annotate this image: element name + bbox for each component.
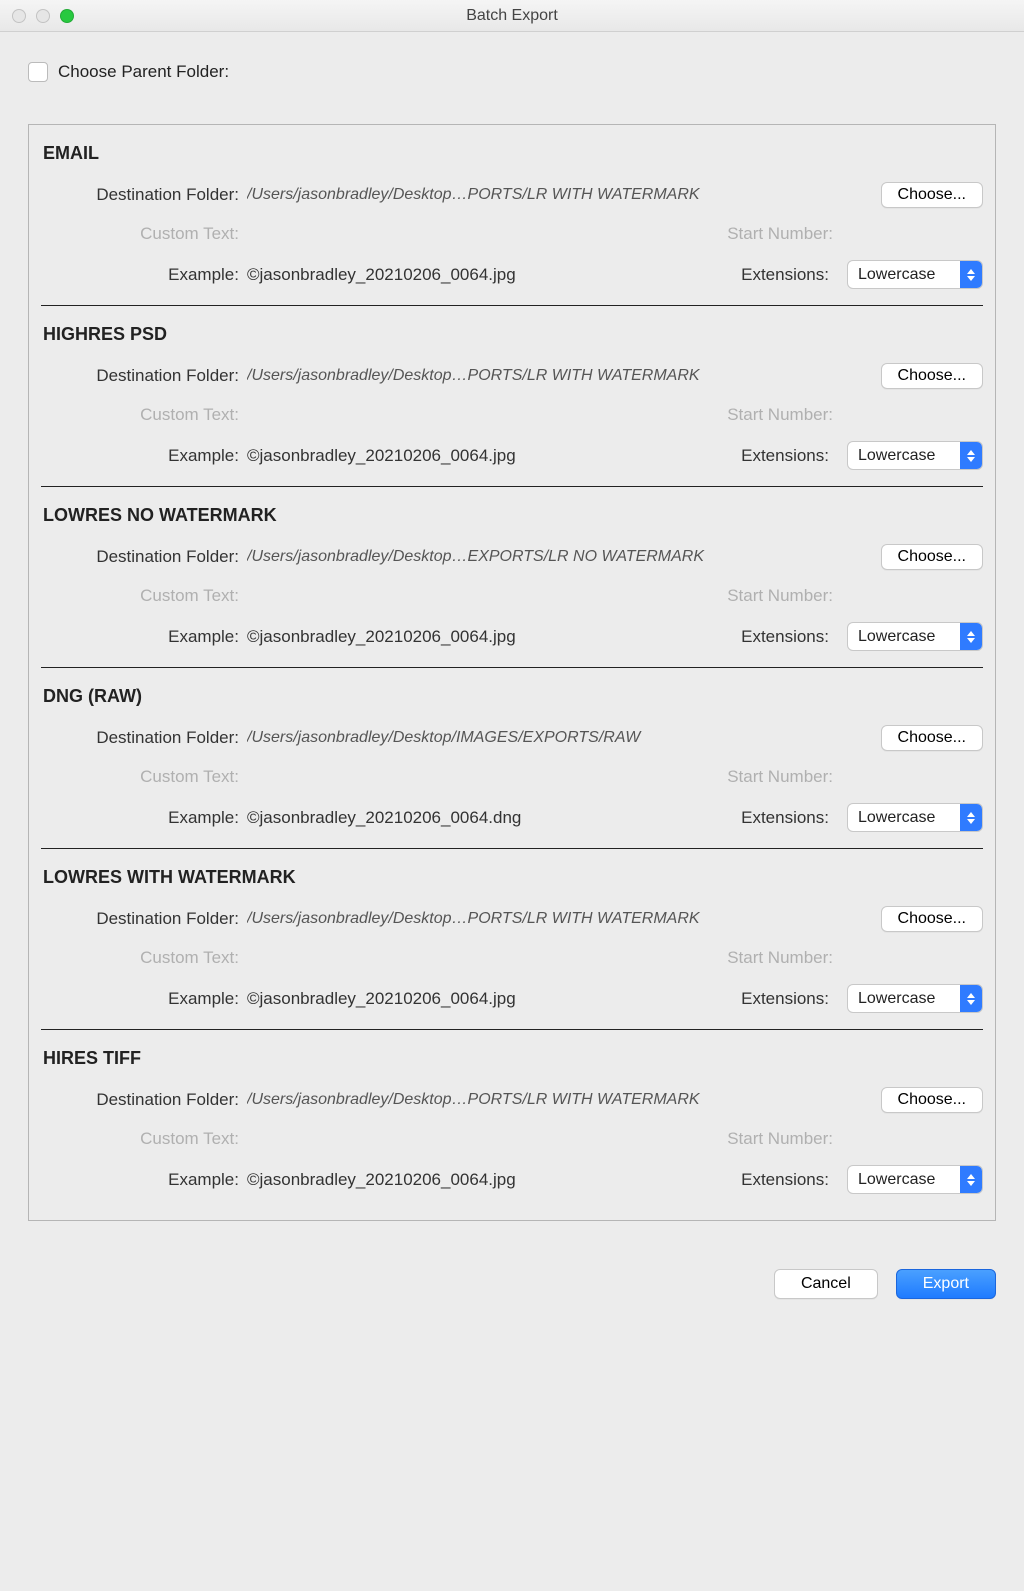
preset-title: DNG (RAW) <box>41 686 983 707</box>
destination-folder-label: Destination Folder: <box>41 909 247 929</box>
extensions-label: Extensions: <box>741 1170 837 1190</box>
start-number-label: Start Number: <box>727 1129 983 1149</box>
start-number-label: Start Number: <box>727 948 983 968</box>
preset-block: HIGHRES PSD Destination Folder: /Users/j… <box>41 324 983 470</box>
start-number-label: Start Number: <box>727 767 983 787</box>
extensions-label: Extensions: <box>741 989 837 1009</box>
updown-arrows-icon <box>960 1166 982 1193</box>
updown-arrows-icon <box>960 442 982 469</box>
example-label: Example: <box>41 265 247 285</box>
custom-text-label: Custom Text: <box>41 405 247 425</box>
example-value: ©jasonbradley_20210206_0064.jpg <box>247 446 741 466</box>
choose-folder-button[interactable]: Choose... <box>881 725 983 751</box>
updown-arrows-icon <box>960 261 982 288</box>
extensions-select[interactable]: Lowercase <box>847 260 983 289</box>
example-value: ©jasonbradley_20210206_0064.jpg <box>247 265 741 285</box>
preset-title: LOWRES NO WATERMARK <box>41 505 983 526</box>
example-label: Example: <box>41 989 247 1009</box>
extensions-label: Extensions: <box>741 627 837 647</box>
start-number-label: Start Number: <box>727 405 983 425</box>
preset-divider <box>41 848 983 849</box>
extensions-label: Extensions: <box>741 446 837 466</box>
destination-folder-path: /Users/jasonbradley/Desktop…PORTS/LR WIT… <box>247 910 873 928</box>
custom-text-label: Custom Text: <box>41 1129 247 1149</box>
destination-folder-label: Destination Folder: <box>41 1090 247 1110</box>
preset-divider <box>41 667 983 668</box>
presets-panel: EMAIL Destination Folder: /Users/jasonbr… <box>28 124 996 1221</box>
extensions-label: Extensions: <box>741 808 837 828</box>
updown-arrows-icon <box>960 804 982 831</box>
extensions-select[interactable]: Lowercase <box>847 1165 983 1194</box>
destination-folder-path: /Users/jasonbradley/Desktop…EXPORTS/LR N… <box>247 548 873 566</box>
choose-folder-button[interactable]: Choose... <box>881 182 983 208</box>
extensions-select[interactable]: Lowercase <box>847 803 983 832</box>
custom-text-label: Custom Text: <box>41 948 247 968</box>
export-button[interactable]: Export <box>896 1269 996 1299</box>
preset-divider <box>41 305 983 306</box>
updown-arrows-icon <box>960 985 982 1012</box>
destination-folder-label: Destination Folder: <box>41 366 247 386</box>
choose-folder-button[interactable]: Choose... <box>881 1087 983 1113</box>
extensions-select[interactable]: Lowercase <box>847 441 983 470</box>
custom-text-label: Custom Text: <box>41 586 247 606</box>
destination-folder-path: /Users/jasonbradley/Desktop…PORTS/LR WIT… <box>247 186 873 204</box>
window-title: Batch Export <box>0 7 1024 25</box>
extensions-select[interactable]: Lowercase <box>847 622 983 651</box>
preset-block: DNG (RAW) Destination Folder: /Users/jas… <box>41 686 983 832</box>
example-label: Example: <box>41 446 247 466</box>
destination-folder-label: Destination Folder: <box>41 728 247 748</box>
example-value: ©jasonbradley_20210206_0064.jpg <box>247 989 741 1009</box>
extensions-select-value: Lowercase <box>858 628 935 646</box>
destination-folder-path: /Users/jasonbradley/Desktop…PORTS/LR WIT… <box>247 1091 873 1109</box>
preset-block: LOWRES WITH WATERMARK Destination Folder… <box>41 867 983 1013</box>
updown-arrows-icon <box>960 623 982 650</box>
extensions-select[interactable]: Lowercase <box>847 984 983 1013</box>
extensions-select-value: Lowercase <box>858 447 935 465</box>
preset-divider <box>41 486 983 487</box>
extensions-select-value: Lowercase <box>858 1171 935 1189</box>
destination-folder-label: Destination Folder: <box>41 185 247 205</box>
start-number-label: Start Number: <box>727 224 983 244</box>
titlebar: Batch Export <box>0 0 1024 32</box>
extensions-label: Extensions: <box>741 265 837 285</box>
start-number-label: Start Number: <box>727 586 983 606</box>
extensions-select-value: Lowercase <box>858 266 935 284</box>
preset-title: LOWRES WITH WATERMARK <box>41 867 983 888</box>
preset-title: HIRES TIFF <box>41 1048 983 1069</box>
preset-block: HIRES TIFF Destination Folder: /Users/ja… <box>41 1048 983 1194</box>
extensions-select-value: Lowercase <box>858 990 935 1008</box>
custom-text-label: Custom Text: <box>41 767 247 787</box>
preset-title: EMAIL <box>41 143 983 164</box>
choose-parent-folder-checkbox[interactable] <box>28 62 48 82</box>
custom-text-label: Custom Text: <box>41 224 247 244</box>
example-label: Example: <box>41 808 247 828</box>
destination-folder-path: /Users/jasonbradley/Desktop…PORTS/LR WIT… <box>247 367 873 385</box>
destination-folder-path: /Users/jasonbradley/Desktop/IMAGES/EXPOR… <box>247 729 873 747</box>
example-value: ©jasonbradley_20210206_0064.jpg <box>247 1170 741 1190</box>
choose-folder-button[interactable]: Choose... <box>881 544 983 570</box>
dialog-footer: Cancel Export <box>0 1241 1024 1299</box>
example-value: ©jasonbradley_20210206_0064.dng <box>247 808 741 828</box>
example-label: Example: <box>41 1170 247 1190</box>
example-value: ©jasonbradley_20210206_0064.jpg <box>247 627 741 647</box>
cancel-button[interactable]: Cancel <box>774 1269 878 1299</box>
preset-divider <box>41 1029 983 1030</box>
extensions-select-value: Lowercase <box>858 809 935 827</box>
preset-block: LOWRES NO WATERMARK Destination Folder: … <box>41 505 983 651</box>
choose-folder-button[interactable]: Choose... <box>881 363 983 389</box>
destination-folder-label: Destination Folder: <box>41 547 247 567</box>
choose-parent-folder-label: Choose Parent Folder: <box>58 62 229 82</box>
preset-block: EMAIL Destination Folder: /Users/jasonbr… <box>41 143 983 289</box>
choose-folder-button[interactable]: Choose... <box>881 906 983 932</box>
example-label: Example: <box>41 627 247 647</box>
preset-title: HIGHRES PSD <box>41 324 983 345</box>
